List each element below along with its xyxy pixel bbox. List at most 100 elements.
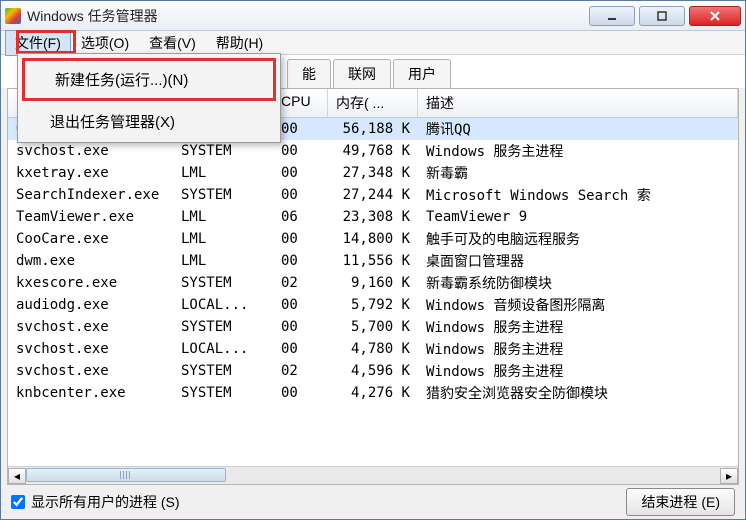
highlight-box-new-task: 新建任务(运行...)(N) <box>22 58 276 101</box>
cell-name: svchost.exe <box>8 340 173 358</box>
cell-name: svchost.exe <box>8 318 173 336</box>
cell-user: SYSTEM <box>173 384 273 402</box>
cell-cpu: 06 <box>273 208 328 226</box>
cell-name: audiodg.exe <box>8 296 173 314</box>
cell-mem: 27,244 K <box>328 186 418 204</box>
cell-user: LOCAL... <box>173 296 273 314</box>
table-body[interactable]: QQ.exeLML0056,188 K腾讯QQsvchost.exeSYSTEM… <box>8 118 738 466</box>
scroll-thumb[interactable] <box>26 468 226 482</box>
window-title: Windows 任务管理器 <box>27 6 585 26</box>
scroll-track[interactable] <box>26 468 720 484</box>
cell-desc: TeamViewer 9 <box>418 208 738 226</box>
cell-desc: 猎豹安全浏览器安全防御模块 <box>418 382 738 404</box>
cell-user: SYSTEM <box>173 318 273 336</box>
cell-name: svchost.exe <box>8 142 173 160</box>
table-row[interactable]: knbcenter.exeSYSTEM004,276 K猎豹安全浏览器安全防御模… <box>8 382 738 404</box>
cell-mem: 4,780 K <box>328 340 418 358</box>
cell-desc: 腾讯QQ <box>418 118 738 140</box>
titlebar[interactable]: Windows 任务管理器 <box>1 1 745 31</box>
cell-mem: 5,700 K <box>328 318 418 336</box>
cell-user: SYSTEM <box>173 186 273 204</box>
scroll-right-arrow-icon[interactable]: ▸ <box>720 468 738 484</box>
tab-network[interactable]: 联网 <box>333 59 391 88</box>
cell-mem: 4,596 K <box>328 362 418 380</box>
cell-desc: 新毒霸 <box>418 162 738 184</box>
table-row[interactable]: kxetray.exeLML0027,348 K新毒霸 <box>8 162 738 184</box>
cell-mem: 5,792 K <box>328 296 418 314</box>
end-process-button[interactable]: 结束进程 (E) <box>626 488 735 516</box>
col-memory[interactable]: 内存( ... <box>328 89 418 117</box>
window-controls <box>585 6 741 26</box>
table-row[interactable]: dwm.exeLML0011,556 K桌面窗口管理器 <box>8 250 738 272</box>
cell-name: kxescore.exe <box>8 274 173 292</box>
cell-user: LML <box>173 208 273 226</box>
table-row[interactable]: svchost.exeSYSTEM005,700 KWindows 服务主进程 <box>8 316 738 338</box>
table-row[interactable]: audiodg.exeLOCAL...005,792 KWindows 音频设备… <box>8 294 738 316</box>
menu-view[interactable]: 查看(V) <box>139 30 206 56</box>
cell-desc: Windows 服务主进程 <box>418 360 738 382</box>
cell-desc: 触手可及的电脑远程服务 <box>418 228 738 250</box>
close-button[interactable] <box>689 6 741 26</box>
menu-item-exit[interactable]: 退出任务管理器(X) <box>20 103 278 140</box>
show-all-users-checkbox[interactable]: 显示所有用户的进程 (S) <box>11 492 180 512</box>
cell-cpu: 00 <box>273 186 328 204</box>
table-row[interactable]: CooCare.exeLML0014,800 K触手可及的电脑远程服务 <box>8 228 738 250</box>
process-table: CPU 内存( ... 描述 QQ.exeLML0056,188 K腾讯QQsv… <box>7 88 739 485</box>
tab-users[interactable]: 用户 <box>393 59 451 88</box>
show-all-checkbox-input[interactable] <box>11 495 25 509</box>
cell-mem: 9,160 K <box>328 274 418 292</box>
cell-name: dwm.exe <box>8 252 173 270</box>
table-row[interactable]: SearchIndexer.exeSYSTEM0027,244 KMicroso… <box>8 184 738 206</box>
cell-cpu: 02 <box>273 274 328 292</box>
table-row[interactable]: kxescore.exeSYSTEM029,160 K新毒霸系统防御模块 <box>8 272 738 294</box>
cell-user: LML <box>173 230 273 248</box>
cell-desc: 桌面窗口管理器 <box>418 250 738 272</box>
cell-user: LOCAL... <box>173 340 273 358</box>
cell-cpu: 00 <box>273 340 328 358</box>
cell-cpu: 00 <box>273 164 328 182</box>
scroll-left-arrow-icon[interactable]: ◂ <box>8 468 26 484</box>
cell-cpu: 00 <box>273 384 328 402</box>
cell-cpu: 00 <box>273 318 328 336</box>
cell-cpu: 00 <box>273 142 328 160</box>
cell-mem: 11,556 K <box>328 252 418 270</box>
menubar: 文件(F) 选项(O) 查看(V) 帮助(H) <box>1 31 745 55</box>
cell-mem: 4,276 K <box>328 384 418 402</box>
table-row[interactable]: svchost.exeSYSTEM0049,768 KWindows 服务主进程 <box>8 140 738 162</box>
cell-cpu: 02 <box>273 362 328 380</box>
cell-name: knbcenter.exe <box>8 384 173 402</box>
maximize-button[interactable] <box>639 6 685 26</box>
table-row[interactable]: svchost.exeLOCAL...004,780 KWindows 服务主进… <box>8 338 738 360</box>
cell-user: SYSTEM <box>173 142 273 160</box>
menu-help[interactable]: 帮助(H) <box>206 30 273 56</box>
tab-performance[interactable]: 能 <box>287 59 331 88</box>
table-row[interactable]: svchost.exeSYSTEM024,596 KWindows 服务主进程 <box>8 360 738 382</box>
cell-desc: Windows 服务主进程 <box>418 316 738 338</box>
cell-user: LML <box>173 164 273 182</box>
horizontal-scrollbar[interactable]: ◂ ▸ <box>8 466 738 484</box>
cell-cpu: 00 <box>273 230 328 248</box>
cell-desc: 新毒霸系统防御模块 <box>418 272 738 294</box>
minimize-button[interactable] <box>589 6 635 26</box>
cell-desc: Microsoft Windows Search 索 <box>418 184 738 206</box>
menu-options[interactable]: 选项(O) <box>71 30 139 56</box>
cell-name: svchost.exe <box>8 362 173 380</box>
file-menu-dropdown: 新建任务(运行...)(N) 退出任务管理器(X) <box>17 53 281 143</box>
menu-item-new-task[interactable]: 新建任务(运行...)(N) <box>25 61 273 98</box>
show-all-label: 显示所有用户的进程 (S) <box>31 492 180 512</box>
cell-user: SYSTEM <box>173 362 273 380</box>
cell-user: SYSTEM <box>173 274 273 292</box>
cell-mem: 23,308 K <box>328 208 418 226</box>
col-description[interactable]: 描述 <box>418 89 738 117</box>
cell-mem: 56,188 K <box>328 120 418 138</box>
cell-name: kxetray.exe <box>8 164 173 182</box>
menu-file[interactable]: 文件(F) <box>5 30 71 56</box>
cell-mem: 14,800 K <box>328 230 418 248</box>
app-icon <box>5 8 21 24</box>
cell-mem: 27,348 K <box>328 164 418 182</box>
cell-cpu: 00 <box>273 252 328 270</box>
col-cpu[interactable]: CPU <box>273 89 328 117</box>
cell-name: CooCare.exe <box>8 230 173 248</box>
table-row[interactable]: TeamViewer.exeLML0623,308 KTeamViewer 9 <box>8 206 738 228</box>
cell-name: TeamViewer.exe <box>8 208 173 226</box>
